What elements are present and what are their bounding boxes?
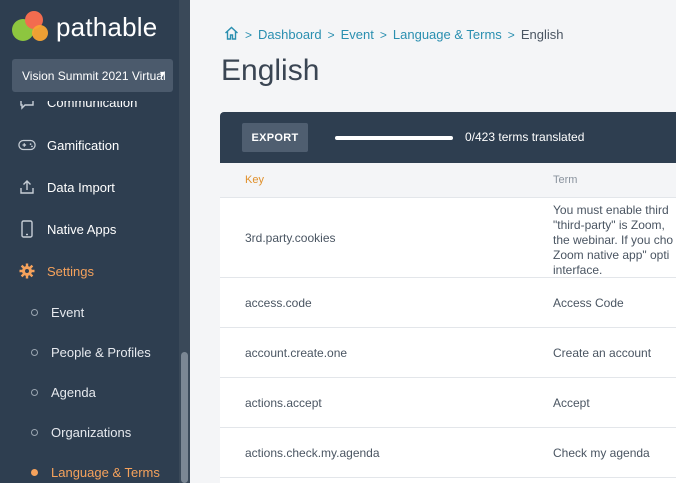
table-row[interactable]: 3rd.party.cookies You must enable third …	[220, 198, 676, 278]
sidebar-subitem-organizations[interactable]: Organizations	[0, 412, 178, 452]
term-value[interactable]: Check my agenda	[553, 446, 676, 461]
translation-progress-bar	[335, 136, 453, 140]
table-row[interactable]: actions.check.my.agenda Check my agenda	[220, 428, 676, 478]
pathable-logo[interactable]: pathable	[12, 8, 157, 46]
sidebar-item-label: Communication	[47, 94, 138, 110]
home-icon[interactable]	[224, 26, 239, 43]
term-value-line: "third-party" is Zoom,	[553, 218, 665, 232]
sidebar-subitem-label: Organizations	[51, 424, 132, 440]
brand-name: pathable	[56, 11, 158, 42]
sidebar-subitem-label: Agenda	[51, 384, 96, 400]
breadcrumb: > Dashboard > Event > Language & Terms >…	[224, 26, 563, 43]
translation-progress-text: 0/423 terms translated	[465, 130, 585, 144]
sidebar-subitem-event[interactable]: Event	[0, 292, 178, 332]
page-title: English	[221, 54, 320, 87]
column-header-key[interactable]: Key	[245, 174, 264, 186]
upload-icon	[18, 178, 36, 196]
chevron-right-icon: >	[327, 27, 335, 42]
term-key: account.create.one	[245, 346, 348, 360]
table-row[interactable]: actions.accept Accept	[220, 378, 676, 428]
term-value-line: You must enable third	[553, 203, 669, 217]
term-value-line: interface.	[553, 263, 603, 277]
breadcrumb-link-event[interactable]: Event	[341, 27, 374, 42]
sidebar-subitem-label: Event	[51, 304, 85, 320]
phone-icon	[18, 220, 36, 238]
term-key: actions.check.my.agenda	[245, 446, 380, 460]
term-key: actions.accept	[245, 396, 322, 410]
sidebar-subitem-label: People & Profiles	[51, 344, 151, 360]
term-key: 3rd.party.cookies	[245, 231, 336, 245]
term-value[interactable]: Accept	[553, 396, 676, 411]
table-header: Key Term	[220, 163, 676, 198]
sidebar-item-data-import[interactable]: Data Import	[0, 166, 178, 208]
chevron-right-icon: >	[379, 27, 387, 42]
chevron-down-icon: ▾	[159, 69, 165, 80]
term-value[interactable]: Access Code	[553, 296, 676, 311]
sidebar-item-label: Native Apps	[47, 221, 117, 237]
gear-icon	[18, 262, 36, 280]
logo-mark-icon	[12, 9, 48, 45]
sidebar: pathable Vision Summit 2021 Virtual ▾ Co…	[0, 0, 190, 483]
terms-panel: EXPORT 0/423 terms translated Key Term 3…	[220, 112, 676, 483]
breadcrumb-link-dashboard[interactable]: Dashboard	[258, 27, 322, 42]
term-value-line: Zoom native app" opti	[553, 248, 670, 262]
term-value-line: the webinar. If you cho	[553, 233, 674, 247]
breadcrumb-link-language-terms[interactable]: Language & Terms	[393, 27, 502, 42]
table-row[interactable]: account.create.one Create an account	[220, 328, 676, 378]
bullet-icon	[31, 308, 38, 316]
sidebar-subitem-agenda[interactable]: Agenda	[0, 372, 178, 412]
chevron-right-icon: >	[245, 27, 253, 42]
breadcrumb-current: English	[520, 27, 564, 42]
sidebar-subitem-language-terms[interactable]: Language & Terms	[0, 452, 178, 483]
sidebar-subitem-people-profiles[interactable]: People & Profiles	[0, 332, 178, 372]
export-button[interactable]: EXPORT	[242, 123, 308, 152]
table-row[interactable]: access.code Access Code	[220, 278, 676, 328]
bullet-icon	[31, 348, 38, 356]
bullet-icon	[31, 428, 38, 436]
bullet-icon	[31, 468, 38, 476]
term-key: access.code	[245, 296, 312, 310]
event-selector-value: Vision Summit 2021 Virtual	[22, 68, 166, 83]
sidebar-scrollbar-thumb[interactable]	[181, 352, 188, 483]
sidebar-subitem-label: Language & Terms	[51, 464, 160, 480]
gamepad-icon	[18, 136, 36, 154]
chat-icon	[18, 101, 36, 111]
column-header-term[interactable]: Term	[553, 174, 577, 186]
chevron-right-icon: >	[507, 27, 515, 42]
sidebar-item-gamification[interactable]: Gamification	[0, 124, 178, 166]
event-selector[interactable]: Vision Summit 2021 Virtual ▾	[12, 59, 173, 92]
bullet-icon	[31, 388, 38, 396]
terms-toolbar: EXPORT 0/423 terms translated	[220, 112, 676, 163]
term-value[interactable]: Create an account	[553, 346, 676, 361]
sidebar-item-label: Settings	[47, 263, 94, 279]
sidebar-item-settings[interactable]: Settings	[0, 250, 178, 292]
sidebar-item-label: Gamification	[47, 137, 120, 153]
term-value[interactable]: You must enable third "third-party" is Z…	[553, 203, 676, 278]
sidebar-item-native-apps[interactable]: Native Apps	[0, 208, 178, 250]
sidebar-item-label: Data Import	[47, 179, 115, 195]
